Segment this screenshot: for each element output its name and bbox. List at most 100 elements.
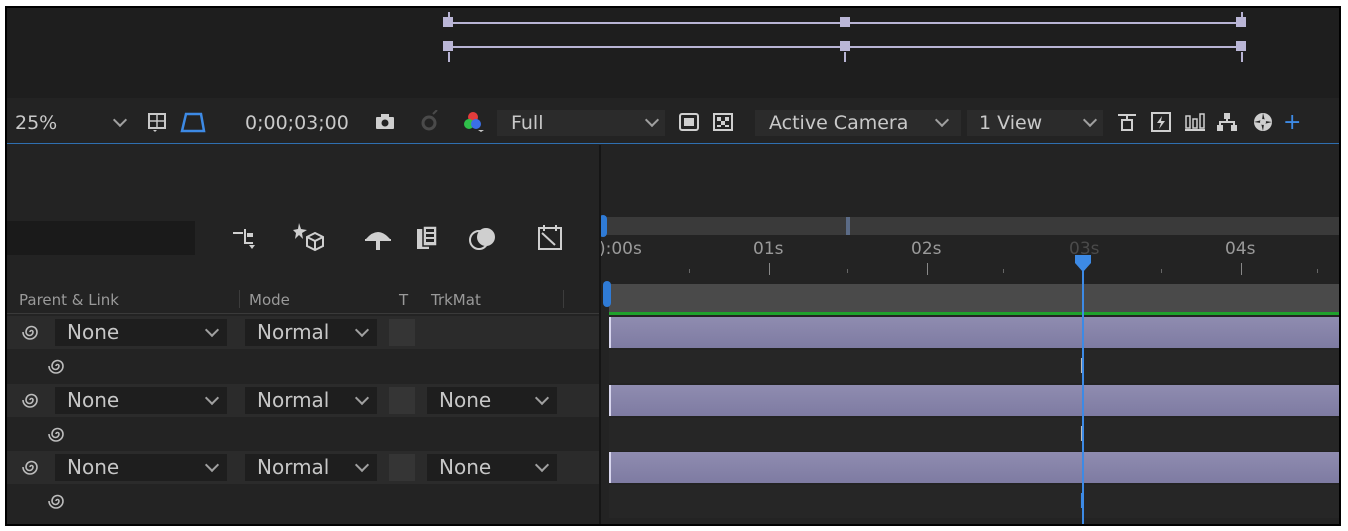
trkmat-dropdown[interactable]: None (427, 387, 557, 414)
mode-dropdown[interactable]: Normal (245, 319, 377, 346)
draft-3d-toggle-icon[interactable] (293, 221, 325, 253)
composition-viewer[interactable] (7, 8, 1339, 98)
layer-sub-row (7, 485, 599, 518)
after-effects-frame: 25% 0;00;03;00 Full Active Camera 1 View… (5, 6, 1341, 526)
shape-tick (1241, 52, 1243, 62)
hide-shy-layers-icon[interactable] (363, 225, 393, 253)
plus-icon[interactable]: + (1283, 110, 1301, 136)
fast-previews-icon[interactable] (677, 110, 701, 134)
shape-handle[interactable] (443, 41, 453, 51)
layer-sub-track (609, 350, 1339, 383)
layer-row[interactable]: None Normal None (7, 384, 599, 417)
layer-duration-bar[interactable] (609, 385, 1339, 416)
chevron-down-icon (534, 457, 550, 473)
panel-divider[interactable] (599, 145, 601, 524)
app-window: 25% 0;00;03;00 Full Active Camera 1 View… (0, 0, 1348, 531)
layer-search-field[interactable] (7, 221, 195, 255)
motion-blur-icon[interactable] (469, 225, 499, 253)
playhead-icon[interactable] (1073, 253, 1093, 273)
views-layout-dropdown[interactable]: 1 View (967, 110, 1103, 136)
resolution-dropdown[interactable]: Full (497, 110, 665, 136)
keyframe-ibeam-icon[interactable]: I (1079, 490, 1089, 512)
ruler-minor-tick (1003, 269, 1004, 273)
ruler-minor-tick (847, 269, 848, 273)
swirl-parent-icon[interactable] (21, 390, 41, 410)
comp-flowchart-icon[interactable] (231, 225, 259, 253)
show-snapshot-icon[interactable] (417, 110, 441, 134)
ruler-label-0: ):00s (599, 239, 642, 259)
column-t[interactable]: T (399, 291, 408, 309)
chevron-down-icon (204, 390, 220, 406)
column-mode[interactable]: Mode (249, 291, 290, 309)
layer-duration-bar[interactable] (609, 452, 1339, 483)
swirl-parent-icon[interactable] (47, 491, 67, 511)
region-of-interest-icon[interactable] (145, 110, 169, 134)
parent-dropdown[interactable]: None (55, 387, 227, 414)
graph-editor-icon[interactable] (535, 223, 565, 253)
trkmat-value: None (439, 455, 492, 479)
trkmat-value: None (439, 388, 492, 412)
flowchart-icon[interactable] (1183, 110, 1207, 134)
layer-row[interactable]: None Normal (7, 316, 599, 349)
camera-snapshot-icon[interactable] (373, 110, 397, 134)
draft-3d-icon[interactable] (1149, 110, 1173, 134)
shape-handle[interactable] (840, 41, 850, 51)
camera-view-dropdown[interactable]: Active Camera (755, 110, 961, 136)
chevron-down-icon (354, 390, 370, 406)
layer-sub-row (7, 350, 599, 383)
render-cache-indicator (609, 312, 1339, 315)
ruler-tick (769, 263, 770, 275)
parent-dropdown[interactable]: None (55, 319, 227, 346)
time-navigator-bar[interactable] (599, 217, 1339, 235)
work-area-start-handle[interactable] (603, 281, 611, 307)
parent-dropdown[interactable]: None (55, 454, 227, 481)
ruler-label-4: 04s (1225, 239, 1256, 259)
time-navigator-marker (846, 217, 850, 235)
timecode-value: 0;00;03;00 (245, 112, 349, 134)
layer-row[interactable]: None Normal None (7, 451, 599, 484)
layer-duration-bar[interactable] (609, 317, 1339, 348)
parent-value: None (67, 455, 120, 479)
keyframe-ibeam-icon[interactable]: I (1079, 423, 1089, 445)
playhead-line[interactable] (1082, 263, 1084, 524)
chevron-down-icon (534, 390, 550, 406)
chevron-down-icon (204, 322, 220, 338)
timecode-display[interactable]: 0;00;03;00 (245, 110, 365, 136)
viewer-toolbar: 25% 0;00;03;00 Full Active Camera 1 View… (7, 100, 1339, 144)
preserve-transparency-toggle[interactable] (389, 387, 415, 414)
chevron-down-icon (354, 457, 370, 473)
shape-tick (844, 52, 846, 62)
preserve-transparency-toggle[interactable] (389, 319, 415, 346)
frame-blending-icon[interactable] (415, 223, 443, 253)
ruler-minor-tick (689, 269, 690, 273)
swirl-parent-icon[interactable] (21, 457, 41, 477)
preserve-transparency-toggle[interactable] (389, 454, 415, 481)
transparency-grid-icon[interactable] (711, 110, 735, 134)
shape-handle[interactable] (840, 17, 850, 27)
exposure-icon[interactable] (1251, 110, 1275, 134)
parent-value: None (67, 388, 120, 412)
mode-dropdown[interactable]: Normal (245, 387, 377, 414)
mode-dropdown[interactable]: Normal (245, 454, 377, 481)
parent-value: None (67, 320, 120, 344)
layer-column-header: Parent & Link Mode T TrkMat (7, 284, 599, 314)
mode-value: Normal (257, 455, 330, 479)
timeline-panel: ):00s 01s 02s 03s 04s Parent & Link Mode… (7, 145, 1339, 524)
swirl-parent-icon[interactable] (47, 424, 67, 444)
column-trkmat[interactable]: TrkMat (431, 291, 481, 309)
transparency-grid-mask-icon[interactable] (179, 108, 207, 136)
keyframe-ibeam-icon[interactable]: I (1079, 355, 1089, 377)
work-area-bar[interactable] (609, 284, 1339, 312)
swirl-parent-icon[interactable] (47, 356, 67, 376)
column-parent-link[interactable]: Parent & Link (19, 291, 119, 309)
resolution-value: Full (511, 112, 544, 134)
layer-sub-track (609, 418, 1339, 451)
shape-handle[interactable] (1236, 41, 1246, 51)
ruler-tick (927, 263, 928, 275)
swirl-parent-icon[interactable] (21, 322, 41, 342)
color-channels-icon[interactable] (461, 110, 485, 134)
comp-flowchart-icon[interactable] (1215, 110, 1239, 134)
trkmat-dropdown[interactable]: None (427, 454, 557, 481)
mode-value: Normal (257, 388, 330, 412)
3d-ground-plane-icon[interactable] (1115, 110, 1139, 134)
